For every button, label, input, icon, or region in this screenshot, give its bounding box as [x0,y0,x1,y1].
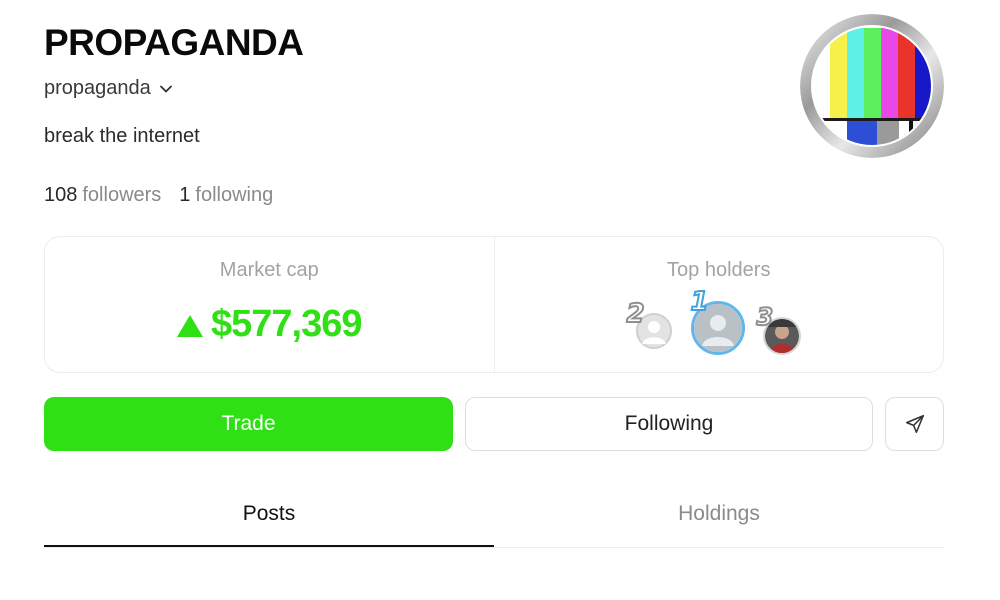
following-label: following [195,184,274,206]
tab-holdings[interactable]: Holdings [494,486,944,547]
send-icon [905,414,924,434]
username-dropdown[interactable]: propaganda [44,77,173,100]
market-cap-cell: Market cap $577,369 [45,237,494,372]
following-stat[interactable]: 1 following [179,184,273,207]
following-button[interactable]: Following [465,397,873,451]
profile-avatar[interactable] [800,14,944,158]
trade-button[interactable]: Trade [44,397,453,451]
top-holders-label: Top holders [667,259,771,281]
tv-test-pattern-avatar [800,14,944,158]
followers-stat[interactable]: 108 followers [44,184,161,207]
followers-label: followers [82,184,162,206]
holder-rank-3-badge: 3 [756,302,775,332]
tab-posts[interactable]: Posts [44,486,494,547]
username: propaganda [44,77,151,99]
profile-tabs: Posts Holdings [44,486,944,548]
profile-title: PROPAGANDA [44,22,304,63]
stats-card: Market cap $577,369 Top holders 2 1 3 [44,236,944,373]
follow-stats: 108 followers 1 following [44,184,273,207]
holder-rank-1-badge: 1 [689,286,709,318]
top-holders-cell: Top holders 2 1 3 [493,237,944,372]
followers-count: 108 [44,184,78,206]
trend-up-icon [177,314,203,337]
profile-bio: break the internet [44,125,200,147]
chevron-down-icon [159,85,172,92]
market-cap-value: $577,369 [211,303,362,345]
market-cap-row: $577,369 [45,303,494,346]
holder-rank-2-badge: 2 [625,298,645,330]
following-count: 1 [179,184,191,206]
share-button[interactable] [885,397,944,451]
top-holders-avatars: 2 1 3 [495,286,944,355]
market-cap-label: Market cap [219,259,319,281]
